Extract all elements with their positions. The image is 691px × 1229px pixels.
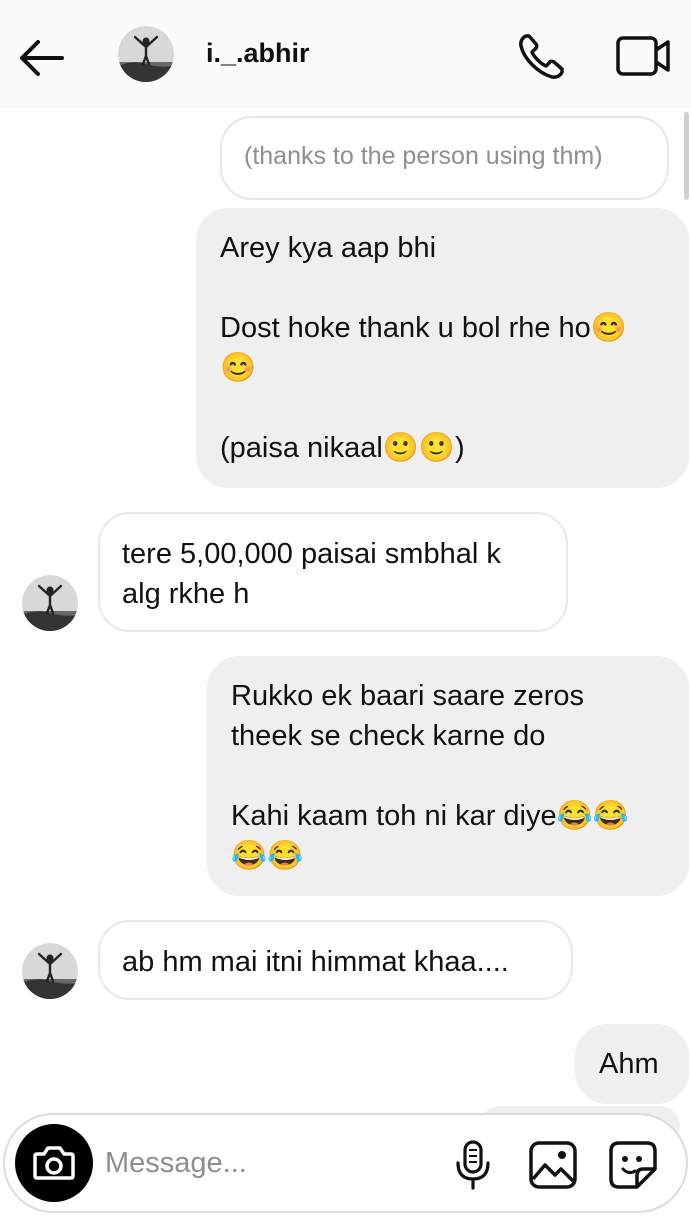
back-button[interactable]: [14, 30, 70, 86]
phone-icon: [519, 34, 564, 79]
message-input[interactable]: [105, 1143, 425, 1183]
camera-button[interactable]: [15, 1124, 93, 1202]
message-composer: [3, 1113, 688, 1213]
message-thread[interactable]: (thanks to the person using thm) Arey ky…: [0, 108, 691, 1108]
image-icon: [529, 1141, 577, 1189]
microphone-icon: [456, 1140, 490, 1190]
avatar[interactable]: [22, 943, 78, 999]
message-received[interactable]: tere 5,00,000 paisai smbhal k alg rkhe h: [98, 512, 568, 632]
video-camera-icon: [616, 36, 670, 76]
profile-photo: [118, 26, 174, 82]
message-note: (thanks to the person using thm): [220, 116, 669, 200]
scrollbar[interactable]: [684, 112, 689, 200]
message-sent[interactable]: Rukko ek baari saare zeros theek se chec…: [207, 656, 689, 896]
camera-icon: [33, 1146, 75, 1180]
sticker-button[interactable]: [607, 1139, 659, 1191]
chat-header: i._.abhir: [0, 0, 691, 108]
avatar[interactable]: [22, 575, 78, 631]
message-sent[interactable]: Arey kya aap bhi Dost hoke thank u bol r…: [196, 208, 689, 488]
audio-call-button[interactable]: [514, 28, 570, 84]
message-received[interactable]: ab hm mai itni himmat khaa....: [98, 920, 573, 1000]
arrow-left-icon: [20, 40, 64, 76]
avatar[interactable]: [118, 26, 174, 82]
profile-photo: [22, 943, 78, 999]
message-sent[interactable]: Ahm: [575, 1024, 689, 1104]
video-call-button[interactable]: [612, 28, 672, 84]
voice-message-button[interactable]: [449, 1139, 497, 1191]
profile-photo: [22, 575, 78, 631]
sticker-icon: [609, 1141, 657, 1189]
gallery-button[interactable]: [527, 1139, 579, 1191]
chat-username[interactable]: i._.abhir: [206, 38, 310, 69]
